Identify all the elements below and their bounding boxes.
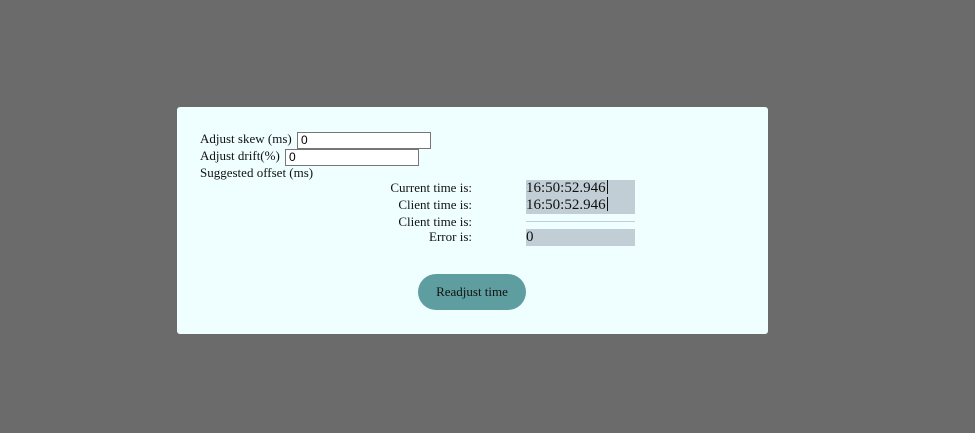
time-sync-panel: Adjust skew (ms) Adjust drift(%) Suggest… — [177, 107, 768, 334]
skew-input[interactable] — [296, 131, 431, 149]
client-time-value: 16:50:52.946 — [526, 197, 606, 213]
skew-row: Adjust skew (ms) — [200, 131, 431, 149]
error-field[interactable]: 0 — [526, 229, 635, 246]
current-time-label: Current time is: — [390, 180, 472, 195]
drift-row: Adjust drift(%) — [200, 148, 420, 166]
current-time-field[interactable]: 16:50:52.946 — [526, 180, 635, 197]
drift-input[interactable] — [285, 148, 420, 166]
skew-label: Adjust skew (ms) — [200, 131, 292, 146]
text-caret — [606, 180, 608, 194]
drift-label: Adjust drift(%) — [200, 148, 280, 163]
error-value: 0 — [526, 229, 534, 245]
client-time-field-2 — [526, 221, 635, 222]
client-time-label-2: Client time is: — [398, 214, 472, 229]
error-label: Error is: — [429, 229, 472, 244]
readjust-time-button[interactable]: Readjust time — [418, 274, 526, 310]
current-time-value: 16:50:52.946 — [526, 180, 606, 196]
client-time-label: Client time is: — [398, 197, 472, 212]
client-time-field[interactable]: 16:50:52.946 — [526, 197, 635, 214]
suggested-offset-label: Suggested offset (ms) — [200, 165, 314, 180]
text-caret — [606, 197, 608, 211]
